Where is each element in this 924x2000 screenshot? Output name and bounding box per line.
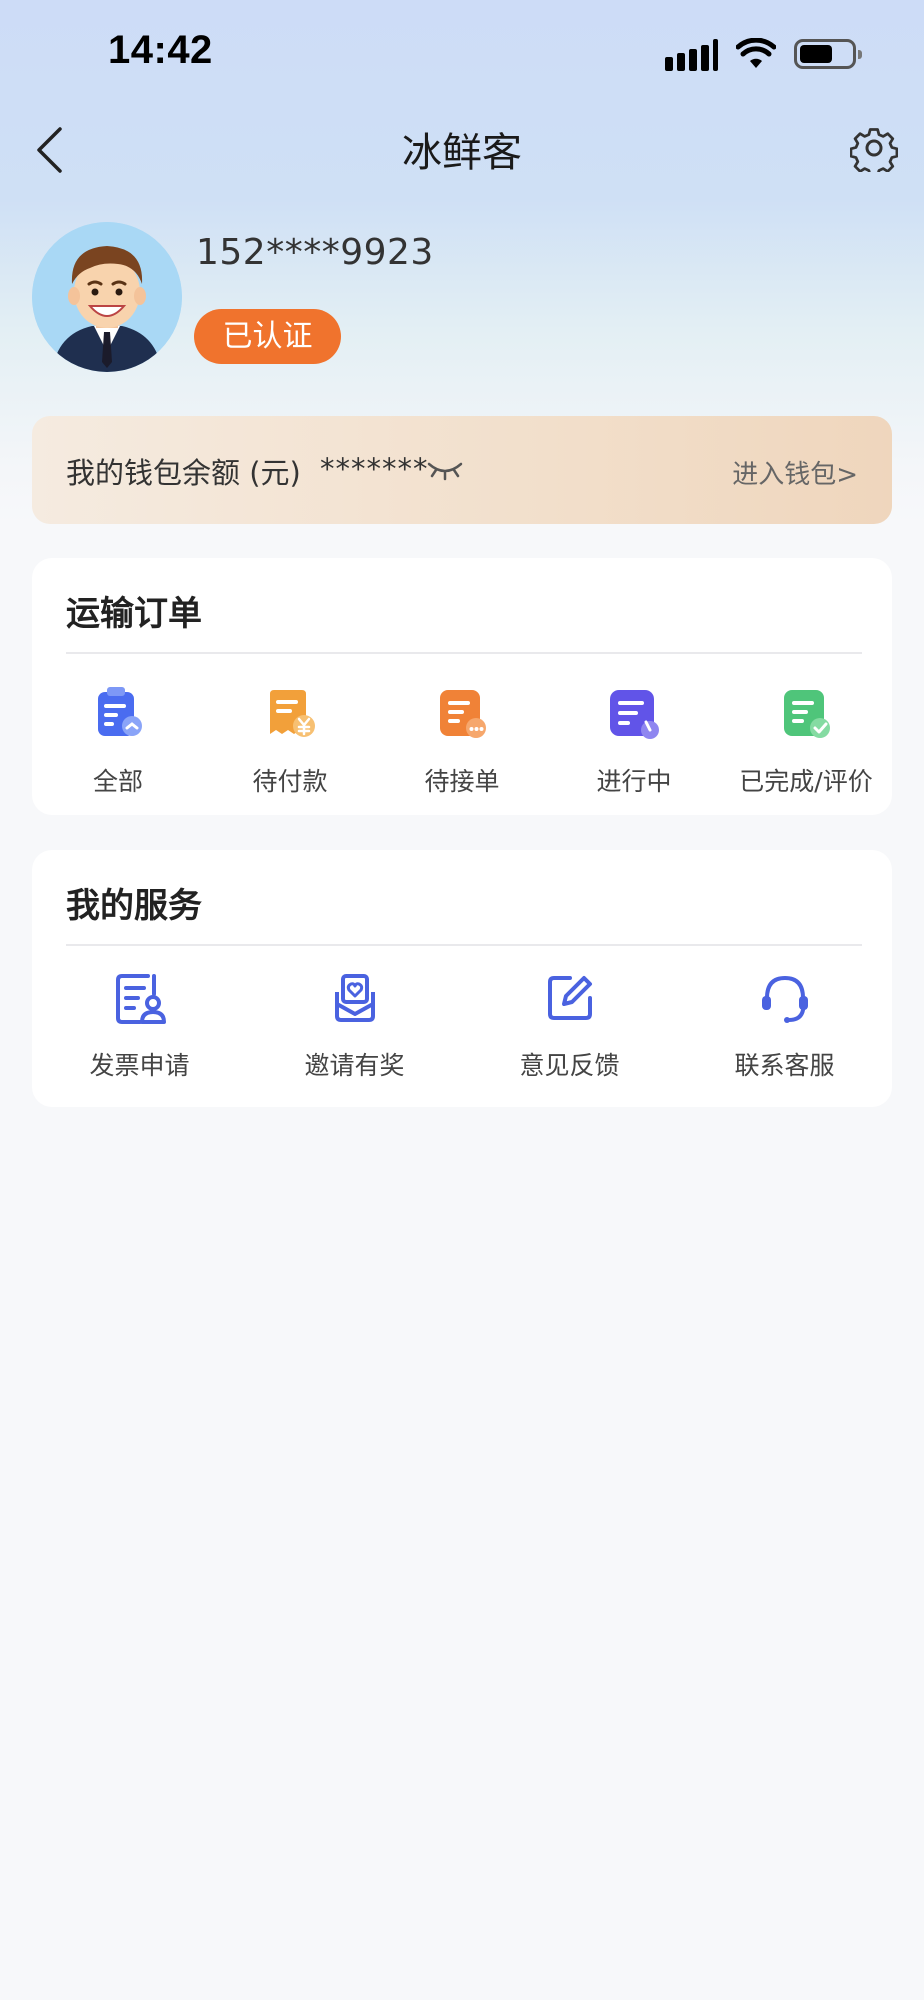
order-filter-all[interactable]: 全部	[32, 686, 204, 798]
order-filter-in-progress[interactable]: 进行中	[548, 686, 720, 798]
service-customer-support[interactable]: 联系客服	[677, 970, 892, 1082]
service-feedback[interactable]: 意见反馈	[462, 970, 677, 1082]
order-filter-label: 已完成/评价	[739, 767, 873, 796]
page-title: 冰鲜客	[402, 130, 522, 176]
pending-accept-icon	[440, 690, 486, 738]
order-filter-pending-accept[interactable]: 待接单	[376, 686, 548, 798]
order-filter-label: 待接单	[424, 767, 500, 796]
invoice-icon	[115, 974, 166, 1024]
section-title: 我的服务	[66, 886, 202, 926]
battery-icon	[794, 39, 862, 69]
avatar[interactable]	[32, 222, 182, 372]
order-filter-pending-payment[interactable]: 待付款	[204, 686, 376, 798]
settings-button[interactable]	[849, 124, 899, 177]
service-label: 发票申请	[89, 1051, 190, 1080]
gear-icon	[849, 128, 899, 177]
service-label: 邀请有奖	[304, 1051, 405, 1080]
order-filter-completed[interactable]: 已完成/评价	[720, 686, 892, 798]
wallet-card[interactable]: 我的钱包余额 (元) ******* 进入钱包>	[32, 416, 892, 524]
verified-badge: 已认证	[194, 309, 341, 364]
section-title: 运输订单	[66, 594, 202, 634]
service-invoice-request[interactable]: 发票申请	[32, 970, 247, 1082]
wallet-balance-label: 我的钱包余额 (元)	[66, 456, 301, 490]
order-filter-label: 待付款	[252, 767, 328, 796]
wifi-icon	[736, 38, 776, 68]
eye-closed-icon[interactable]	[426, 456, 464, 482]
invite-reward-icon	[334, 974, 375, 1022]
all-orders-icon	[98, 687, 142, 736]
divider	[66, 652, 862, 654]
order-filter-label: 进行中	[596, 767, 672, 796]
enter-wallet-link[interactable]: 进入钱包>	[732, 454, 858, 491]
order-filter-label: 全部	[92, 767, 143, 796]
user-phone: 152****9923	[196, 232, 434, 273]
divider	[66, 944, 862, 946]
status-icons	[665, 36, 862, 72]
service-label: 联系客服	[734, 1051, 835, 1080]
user-avatar-illustration	[32, 222, 182, 372]
cellular-signal-icon	[665, 37, 718, 71]
completed-icon	[784, 690, 830, 738]
service-invite-reward[interactable]: 邀请有奖	[247, 970, 462, 1082]
in-progress-icon	[610, 690, 659, 739]
my-services-card: 我的服务 发票申请 邀请有奖 意见反馈 联系客服	[32, 850, 892, 1107]
status-time: 14:42	[108, 28, 213, 72]
service-label: 意见反馈	[519, 1051, 620, 1080]
customer-service-icon	[761, 975, 808, 1023]
feedback-icon	[547, 976, 592, 1020]
wallet-balance-value: *******	[320, 452, 429, 486]
transport-orders-card: 运输订单 全部 待付款 待接单 进行中 已完成/评价	[32, 558, 892, 815]
pending-payment-icon	[270, 690, 315, 737]
